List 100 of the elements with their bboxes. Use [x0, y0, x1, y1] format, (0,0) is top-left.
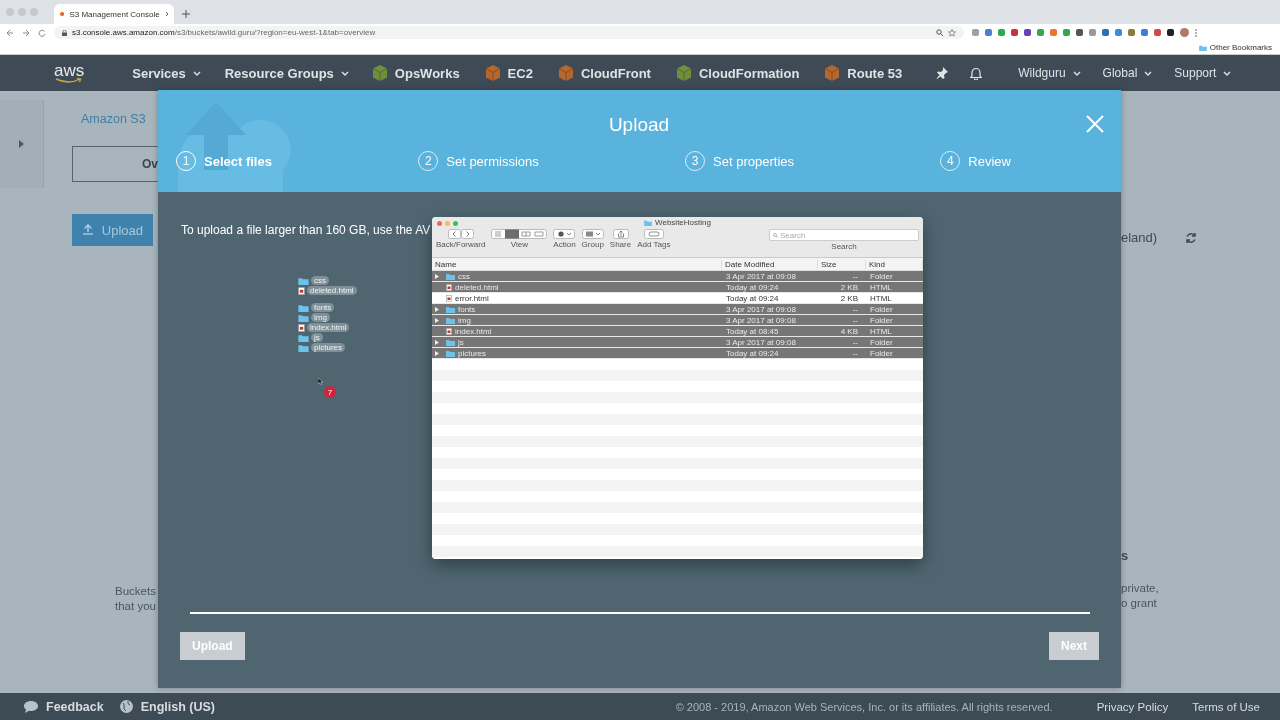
folder-icon	[644, 219, 653, 226]
nav-menu[interactable]: Global	[1102, 66, 1153, 80]
service-shortcut[interactable]: EC2	[485, 65, 533, 81]
file-name: fonts	[458, 304, 476, 314]
footer-link[interactable]: Terms of Use	[1192, 700, 1260, 713]
toolbar-label: Add Tags	[637, 240, 671, 249]
folder-icon	[298, 343, 309, 352]
nav-menu[interactable]: Resource Groups	[224, 65, 349, 81]
cube-icon	[60, 10, 65, 18]
file-name: img	[458, 315, 471, 325]
sidebar-toggle[interactable]	[0, 100, 44, 188]
dragged-file-label: css	[311, 276, 329, 285]
file-icon	[298, 286, 305, 295]
file-name: index.html	[455, 326, 492, 336]
language-selector[interactable]: English (US)	[119, 699, 215, 714]
caret-icon	[1144, 70, 1153, 76]
address-bar[interactable]: s3.console.aws.amazon.com/s3/buckets/awild.guru/?region=eu-west-1&tab=overview	[54, 26, 964, 39]
speech-bubble-icon	[24, 700, 38, 713]
zoom-icon[interactable]	[936, 29, 943, 36]
region-label: eland)	[1121, 230, 1158, 245]
caret-icon	[192, 70, 201, 76]
table-cell-text: Today at 09:24	[725, 348, 780, 358]
forward-icon[interactable]	[22, 28, 30, 37]
file-row[interactable]: img 3 Apr 2017 at 09:08 -- Folder	[432, 315, 923, 326]
search-icon	[773, 232, 778, 238]
window-close-button[interactable]	[437, 221, 442, 226]
file-icon	[446, 283, 452, 291]
folder-icon	[298, 333, 309, 342]
file-row[interactable]: deleted.html Today at 09:24 2 KB HTML	[432, 282, 923, 293]
file-row[interactable]: pictures Today at 09:24 -- Folder	[432, 348, 923, 359]
toolbar-label: Action	[553, 240, 576, 249]
file-name: css	[458, 271, 470, 281]
aws-logo[interactable]: aws	[54, 62, 85, 84]
group-icon[interactable]	[581, 229, 604, 239]
back-icon[interactable]	[6, 28, 14, 37]
file-row[interactable]: css 3 Apr 2017 at 09:08 -- Folder	[432, 271, 923, 282]
service-shortcut[interactable]: Route 53	[825, 65, 903, 81]
reload-icon[interactable]	[38, 28, 46, 37]
file-name: pictures	[458, 348, 486, 358]
table-cell-text: Folder	[869, 337, 894, 347]
dragged-file-label: deleted.html	[307, 286, 357, 295]
globe-icon	[119, 700, 133, 713]
file-row[interactable]: js 3 Apr 2017 at 09:08 -- Folder	[432, 337, 923, 348]
file-name: error.html	[455, 293, 489, 303]
table-cell-text: 3 Apr 2017 at 09:08	[725, 337, 797, 347]
feedback-link[interactable]: Feedback	[24, 699, 104, 714]
refresh-icon[interactable]	[1185, 231, 1198, 244]
table-cell-text: 4 KB	[839, 326, 859, 336]
copyright-text: © 2008 - 2019, Amazon Web Services, Inc. or its affiliates. All rights reserved.	[675, 700, 1053, 713]
file-row[interactable]: index.html Today at 08:45 4 KB HTML	[432, 326, 923, 337]
nav-menu[interactable]: Support	[1174, 66, 1232, 80]
file-name: deleted.html	[455, 282, 499, 292]
browser-tab[interactable]: S3 Management Console	[54, 4, 174, 24]
folder-icon	[298, 276, 309, 285]
column-header[interactable]: Date Modified	[722, 259, 818, 269]
table-cell-text: Folder	[869, 304, 894, 314]
column-header[interactable]: Name	[432, 259, 722, 269]
tag-icon[interactable]	[643, 229, 664, 239]
share-icon[interactable]	[612, 229, 629, 239]
disclosure-triangle-icon[interactable]	[435, 273, 439, 279]
nav-menu[interactable]: Services	[132, 65, 201, 81]
toolbar-label: Search	[831, 242, 857, 251]
file-row[interactable]: fonts 3 Apr 2017 at 09:08 -- Folder	[432, 304, 923, 315]
section-heading: s	[1121, 548, 1130, 563]
service-shortcut[interactable]: OpsWorks	[372, 65, 460, 81]
back-forward-icon[interactable]	[447, 229, 474, 239]
column-header[interactable]: Size	[818, 259, 866, 269]
cursor-icon	[318, 378, 323, 385]
bell-icon[interactable]	[970, 66, 983, 80]
table-cell-text: 3 Apr 2017 at 09:08	[725, 271, 797, 281]
table-cell-text: 3 Apr 2017 at 09:08	[725, 315, 797, 325]
star-icon[interactable]	[948, 28, 956, 37]
column-header[interactable]: Kind	[866, 259, 923, 269]
footer-link[interactable]: Privacy Policy	[1096, 700, 1169, 713]
table-cell-text: --	[851, 271, 859, 281]
new-tab-icon[interactable]	[182, 10, 190, 18]
pin-icon[interactable]	[936, 67, 949, 79]
table-cell-text: --	[851, 348, 859, 358]
folder-icon	[1198, 44, 1207, 51]
description-text: o grant	[1121, 596, 1158, 611]
profile-avatar[interactable]	[1180, 28, 1189, 37]
count-badge: 7	[324, 386, 336, 398]
table-cell-text: HTML	[869, 293, 893, 303]
nav-menu[interactable]: Wildguru	[1018, 66, 1081, 80]
toolbar-label: Share	[609, 240, 632, 249]
window-title: WebsiteHosting	[655, 218, 711, 227]
view-mode-icon[interactable]	[491, 229, 548, 239]
upload-icon	[82, 224, 94, 236]
table-cell-text: Folder	[869, 348, 894, 358]
gear-icon[interactable]	[553, 229, 576, 239]
table-cell-text: Today at 09:24	[725, 293, 780, 303]
description-text: private,	[1121, 581, 1160, 596]
service-shortcut[interactable]: CloudFront	[558, 65, 651, 81]
service-shortcut[interactable]: CloudFormation	[676, 65, 800, 81]
table-cell-text: Today at 09:24	[725, 282, 780, 292]
caret-icon	[1223, 70, 1232, 76]
dragged-file-label: pictures	[311, 343, 345, 352]
toolbar-label: View	[510, 240, 528, 249]
table-cell-text: 2 KB	[839, 282, 859, 292]
window-zoom-button[interactable]	[453, 221, 458, 226]
